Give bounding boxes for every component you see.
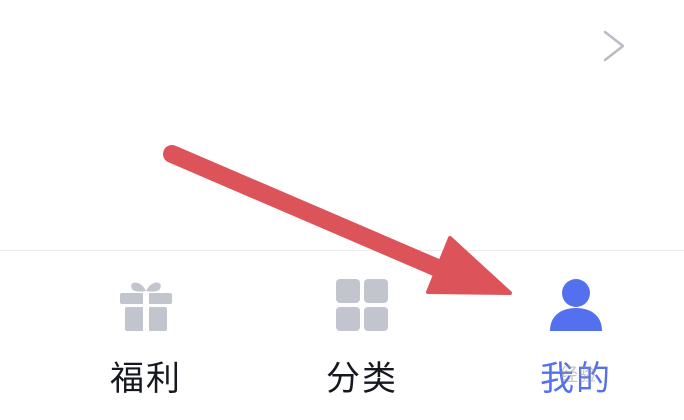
user-icon <box>550 279 602 331</box>
grid-icon <box>336 279 388 331</box>
chevron-right-icon[interactable] <box>598 28 630 64</box>
gift-icon <box>120 282 172 331</box>
tab-welfare[interactable]: 福利 <box>32 251 260 420</box>
watermark: 经验 <box>560 365 596 386</box>
tab-label: 分类 <box>326 359 398 399</box>
tab-category[interactable]: 分类 <box>248 251 476 420</box>
tab-label: 福利 <box>110 359 182 399</box>
content-area <box>0 0 684 250</box>
